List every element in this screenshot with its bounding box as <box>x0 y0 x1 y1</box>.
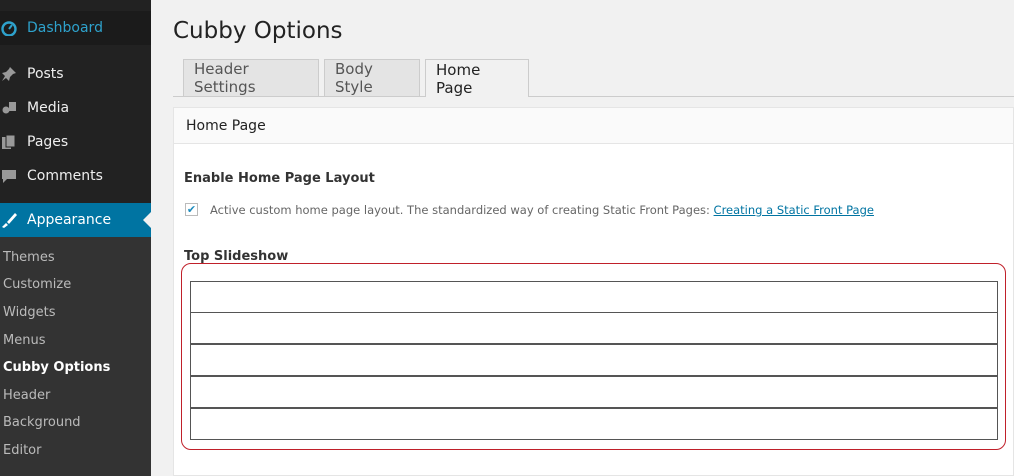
brush-icon <box>0 211 18 229</box>
menu-posts-label: Posts <box>27 66 64 82</box>
slideshow-row[interactable] <box>190 312 998 344</box>
current-menu-arrow <box>143 212 151 228</box>
page-title: Cubby Options <box>173 18 343 44</box>
slideshow-row[interactable] <box>190 344 998 376</box>
tab-header-settings[interactable]: Header Settings <box>183 59 319 96</box>
enable-home-layout-checkbox[interactable]: ✔ <box>185 203 198 216</box>
comment-icon <box>0 167 18 185</box>
tab-body-style[interactable]: Body Style <box>324 59 420 96</box>
checkbox-description-text: Active custom home page layout. The stan… <box>210 203 710 217</box>
tab-home-page[interactable]: Home Page <box>425 59 529 97</box>
panel-header: Home Page <box>174 108 1013 144</box>
media-icon <box>0 99 18 117</box>
menu-comments[interactable]: Comments <box>0 159 151 193</box>
slideshow-row[interactable] <box>190 376 998 408</box>
admin-sidebar: Dashboard Posts Media Pages Comments App… <box>0 0 151 476</box>
menu-posts[interactable]: Posts <box>0 57 151 91</box>
tabs-divider <box>173 96 1014 97</box>
menu-dashboard-label: Dashboard <box>27 20 103 36</box>
menu-appearance[interactable]: Appearance <box>0 203 151 237</box>
submenu-customize[interactable]: Customize <box>3 277 71 292</box>
submenu-menus[interactable]: Menus <box>3 333 45 348</box>
menu-media[interactable]: Media <box>0 91 151 125</box>
menu-pages[interactable]: Pages <box>0 125 151 159</box>
slideshow-row[interactable] <box>190 408 998 440</box>
appearance-submenu <box>0 237 151 476</box>
slideshow-row[interactable] <box>190 281 998 313</box>
submenu-header[interactable]: Header <box>3 388 50 403</box>
submenu-editor[interactable]: Editor <box>3 443 41 458</box>
checkmark-icon: ✔ <box>186 203 197 216</box>
top-slideshow-label: Top Slideshow <box>184 249 289 264</box>
menu-appearance-label: Appearance <box>27 212 112 228</box>
submenu-cubby-options[interactable]: Cubby Options <box>3 360 110 375</box>
dashboard-icon <box>0 19 18 37</box>
menu-dashboard[interactable]: Dashboard <box>0 11 151 45</box>
enable-home-layout-label: Enable Home Page Layout <box>184 171 375 186</box>
panel-title: Home Page <box>186 118 266 134</box>
static-front-page-link[interactable]: Creating a Static Front Page <box>714 203 874 217</box>
enable-home-layout-description: Active custom home page layout. The stan… <box>210 203 874 217</box>
menu-pages-label: Pages <box>27 134 69 150</box>
submenu-background[interactable]: Background <box>3 415 81 430</box>
submenu-widgets[interactable]: Widgets <box>3 305 56 320</box>
pin-icon <box>0 65 18 83</box>
submenu-themes[interactable]: Themes <box>3 250 55 265</box>
pages-icon <box>0 133 18 151</box>
menu-comments-label: Comments <box>27 168 103 184</box>
menu-media-label: Media <box>27 100 70 116</box>
